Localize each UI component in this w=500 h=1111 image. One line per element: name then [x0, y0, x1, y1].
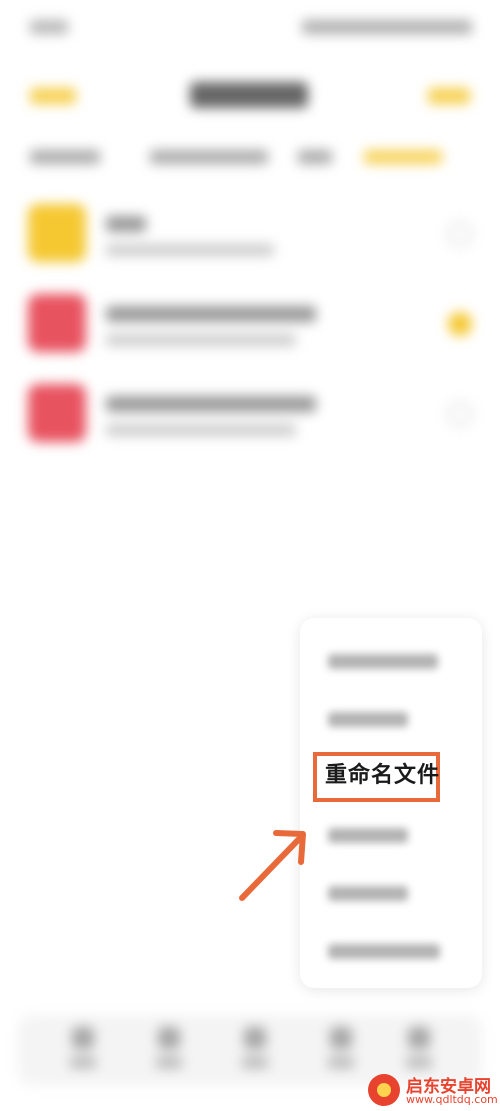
- checkbox-icon[interactable]: [448, 222, 472, 246]
- status-bar: [30, 18, 472, 42]
- breadcrumb-item[interactable]: [30, 150, 100, 164]
- file-name: [106, 396, 316, 412]
- watermark: 启东安卓网 www.qdltdq.com: [364, 1068, 498, 1110]
- status-time: [30, 20, 68, 34]
- menu-item[interactable]: [300, 632, 482, 690]
- header-left-button[interactable]: [30, 88, 76, 104]
- page-title: [190, 82, 308, 108]
- watermark-url: www.qdltdq.com: [406, 1093, 498, 1106]
- breadcrumb-item-current[interactable]: [364, 150, 442, 164]
- toolbar-button[interactable]: [326, 1027, 356, 1073]
- file-name: [106, 216, 146, 232]
- menu-item[interactable]: [300, 922, 482, 980]
- file-meta: [106, 424, 296, 436]
- more-button[interactable]: [404, 1027, 434, 1073]
- list-item[interactable]: [28, 384, 478, 448]
- menu-item[interactable]: [300, 864, 482, 922]
- header: [0, 78, 500, 114]
- breadcrumb: [30, 146, 470, 168]
- menu-item[interactable]: [300, 806, 482, 864]
- toolbar-button[interactable]: [240, 1027, 270, 1073]
- document-icon: [28, 384, 86, 442]
- rename-file-label[interactable]: 重命名文件: [325, 761, 440, 791]
- watermark-logo-icon: [368, 1074, 400, 1106]
- document-icon: [28, 294, 86, 352]
- status-icons: [302, 20, 472, 34]
- toolbar-button[interactable]: [68, 1027, 98, 1073]
- header-right-button[interactable]: [428, 88, 470, 104]
- checkbox-icon[interactable]: [448, 312, 472, 336]
- file-name: [106, 306, 316, 322]
- folder-icon: [28, 204, 86, 262]
- checkbox-icon[interactable]: [448, 402, 472, 426]
- breadcrumb-item[interactable]: [150, 150, 268, 164]
- toolbar-button[interactable]: [154, 1027, 184, 1073]
- list-item[interactable]: [28, 204, 478, 268]
- menu-item[interactable]: [300, 690, 482, 748]
- file-meta: [106, 334, 296, 346]
- list-item[interactable]: [28, 294, 478, 358]
- file-meta: [106, 244, 274, 256]
- more-options-menu: [300, 618, 482, 988]
- breadcrumb-item[interactable]: [298, 150, 332, 164]
